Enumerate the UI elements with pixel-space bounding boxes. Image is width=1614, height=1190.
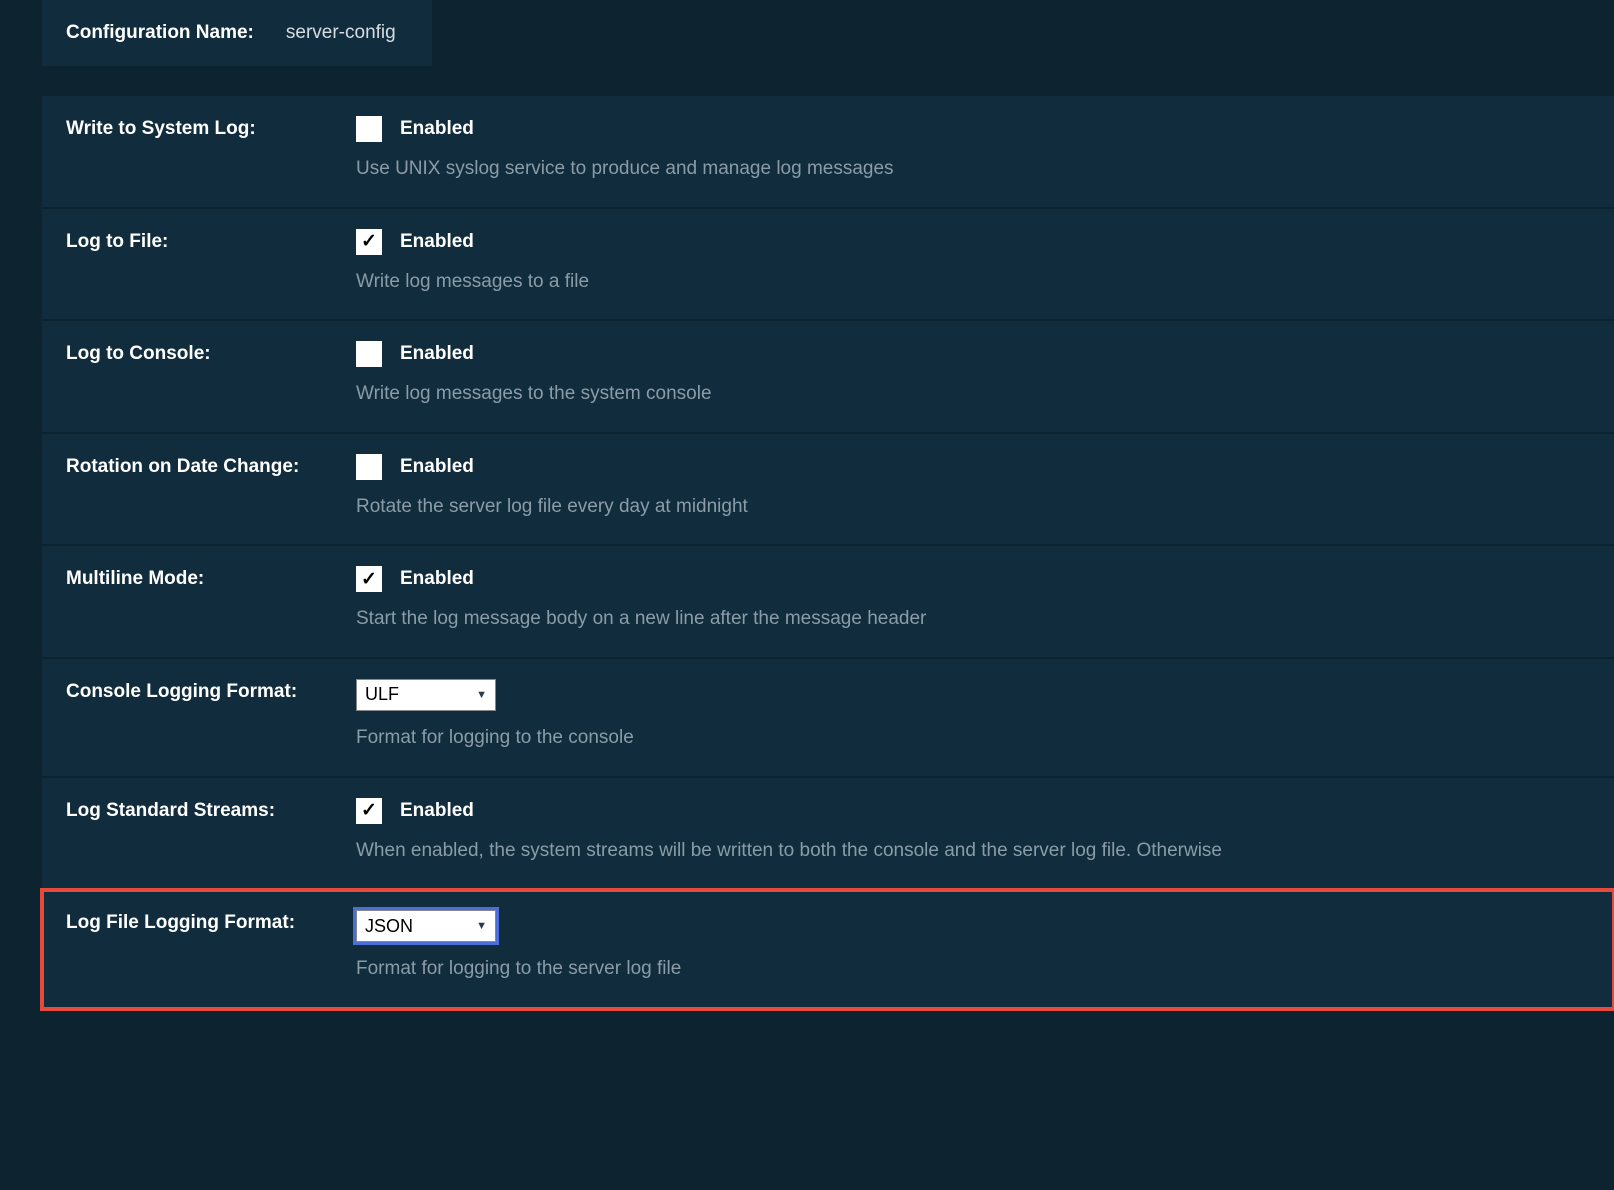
console-format-desc: Format for logging to the console	[356, 725, 1590, 752]
multiline-label: Multiline Mode:	[66, 566, 356, 590]
rotation-label: Rotation on Date Change:	[66, 454, 356, 478]
enabled-label: Enabled	[400, 231, 474, 253]
chevron-down-icon: ▼	[476, 920, 487, 932]
std-streams-desc: When enabled, the system streams will be…	[356, 838, 1590, 865]
std-streams-checkbox[interactable]: ✓	[356, 798, 382, 824]
log-to-file-checkbox[interactable]: ✓	[356, 229, 382, 255]
write-to-syslog-label: Write to System Log:	[66, 116, 356, 140]
enabled-label: Enabled	[400, 568, 474, 590]
logfile-format-value: JSON	[365, 916, 413, 937]
config-name-row: Configuration Name: server-config	[42, 0, 432, 66]
console-format-value: ULF	[365, 684, 399, 705]
log-to-file-label: Log to File:	[66, 229, 356, 253]
console-format-label: Console Logging Format:	[66, 679, 356, 703]
console-format-row: Console Logging Format: ULF ▼ Format for…	[42, 659, 1614, 778]
chevron-down-icon: ▼	[476, 689, 487, 701]
log-to-console-desc: Write log messages to the system console	[356, 381, 1590, 408]
log-to-console-checkbox[interactable]	[356, 341, 382, 367]
rotation-row: Rotation on Date Change: Enabled Rotate …	[42, 434, 1614, 547]
enabled-label: Enabled	[400, 456, 474, 478]
log-to-console-row: Log to Console: Enabled Write log messag…	[42, 321, 1614, 434]
log-to-file-desc: Write log messages to a file	[356, 269, 1590, 296]
rotation-desc: Rotate the server log file every day at …	[356, 494, 1590, 521]
write-to-syslog-desc: Use UNIX syslog service to produce and m…	[356, 156, 1590, 183]
multiline-row: Multiline Mode: ✓ Enabled Start the log …	[42, 546, 1614, 659]
std-streams-label: Log Standard Streams:	[66, 798, 356, 822]
write-to-syslog-row: Write to System Log: Enabled Use UNIX sy…	[42, 96, 1614, 209]
config-name-label: Configuration Name:	[66, 22, 254, 44]
enabled-label: Enabled	[400, 800, 474, 822]
log-to-file-row: Log to File: ✓ Enabled Write log message…	[42, 209, 1614, 322]
logfile-format-select[interactable]: JSON ▼	[356, 910, 496, 942]
std-streams-row: Log Standard Streams: ✓ Enabled When ena…	[42, 778, 1614, 891]
logfile-format-desc: Format for logging to the server log fil…	[356, 956, 1590, 983]
log-to-console-label: Log to Console:	[66, 341, 356, 365]
write-to-syslog-checkbox[interactable]	[356, 116, 382, 142]
multiline-checkbox[interactable]: ✓	[356, 566, 382, 592]
config-name-value: server-config	[286, 22, 396, 44]
logfile-format-label: Log File Logging Format:	[66, 910, 356, 934]
enabled-label: Enabled	[400, 343, 474, 365]
rotation-checkbox[interactable]	[356, 454, 382, 480]
console-format-select[interactable]: ULF ▼	[356, 679, 496, 711]
multiline-desc: Start the log message body on a new line…	[356, 606, 1590, 633]
logfile-format-row: Log File Logging Format: JSON ▼ Format f…	[42, 890, 1614, 1009]
enabled-label: Enabled	[400, 118, 474, 140]
